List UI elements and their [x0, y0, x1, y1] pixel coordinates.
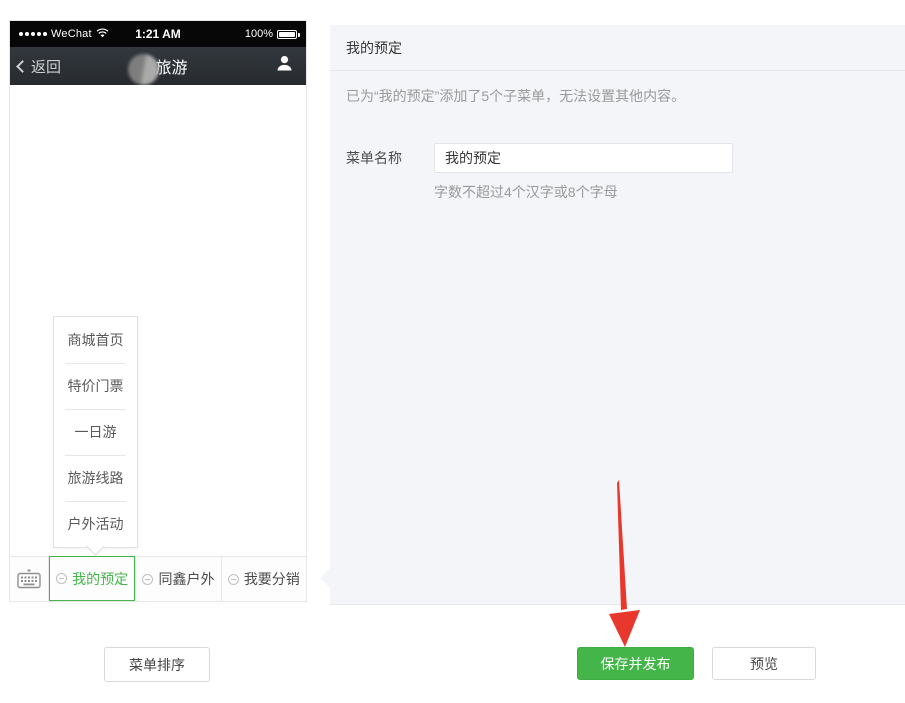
circle-minus-icon [228, 574, 239, 585]
submenu-item[interactable]: 一日游 [54, 409, 137, 455]
menu-tab-label: 同鑫户外 [158, 569, 214, 589]
phone-status-bar: WeChat 1:21 AM 100% [10, 21, 306, 47]
battery-percent-label: 100% [245, 28, 273, 40]
menu-name-input[interactable] [434, 143, 733, 173]
submenu-item[interactable]: 特价门票 [54, 363, 137, 409]
menu-tab-label: 我要分销 [244, 569, 300, 589]
menu-tab-my-booking[interactable]: 我的预定 [49, 556, 135, 601]
menu-name-row: 菜单名称 [346, 143, 889, 173]
account-title-label: 旅游 [155, 54, 187, 78]
menu-settings-panel: 我的预定 已为“我的预定”添加了5个子菜单，无法设置其他内容。 菜单名称 字数不… [330, 25, 905, 605]
menu-sort-button[interactable]: 菜单排序 [104, 647, 210, 682]
account-title: 旅游 [10, 51, 306, 82]
circle-minus-icon [56, 573, 67, 584]
battery-icon [277, 30, 297, 39]
menu-editor-page: WeChat 1:21 AM 100% 返回 旅游 [0, 0, 905, 703]
phone-screen: 商城首页 特价门票 一日游 旅游线路 户外活动 [10, 85, 306, 556]
keyboard-toggle-button[interactable] [10, 557, 49, 601]
submenu-limit-notice: 已为“我的预定”添加了5个子菜单，无法设置其他内容。 [346, 86, 889, 106]
submenu-item[interactable]: 旅游线路 [54, 455, 137, 501]
phone-nav-bar: 返回 旅游 [10, 47, 306, 85]
panel-left-caret [320, 568, 340, 588]
phone-menu-bar: 我的预定 同鑫户外 我要分销 [10, 556, 306, 601]
blurred-avatar [128, 54, 159, 85]
phone-preview: WeChat 1:21 AM 100% 返回 旅游 [9, 20, 307, 602]
panel-title: 我的预定 [330, 25, 905, 71]
preview-button[interactable]: 预览 [712, 647, 816, 680]
submenu-popup: 商城首页 特价门票 一日游 旅游线路 户外活动 [53, 316, 138, 548]
menu-tab-tongxin-outdoor[interactable]: 同鑫户外 [135, 557, 220, 601]
save-and-publish-button[interactable]: 保存并发布 [577, 647, 694, 680]
menu-tab-distribution[interactable]: 我要分销 [221, 557, 306, 601]
keyboard-icon [17, 569, 41, 589]
circle-minus-icon [142, 574, 153, 585]
menu-name-hint: 字数不超过4个汉字或8个字母 [434, 182, 905, 202]
submenu-item[interactable]: 商城首页 [54, 317, 137, 363]
menu-tab-label: 我的预定 [72, 569, 128, 589]
menu-name-label: 菜单名称 [346, 148, 434, 168]
user-icon[interactable] [275, 54, 294, 78]
